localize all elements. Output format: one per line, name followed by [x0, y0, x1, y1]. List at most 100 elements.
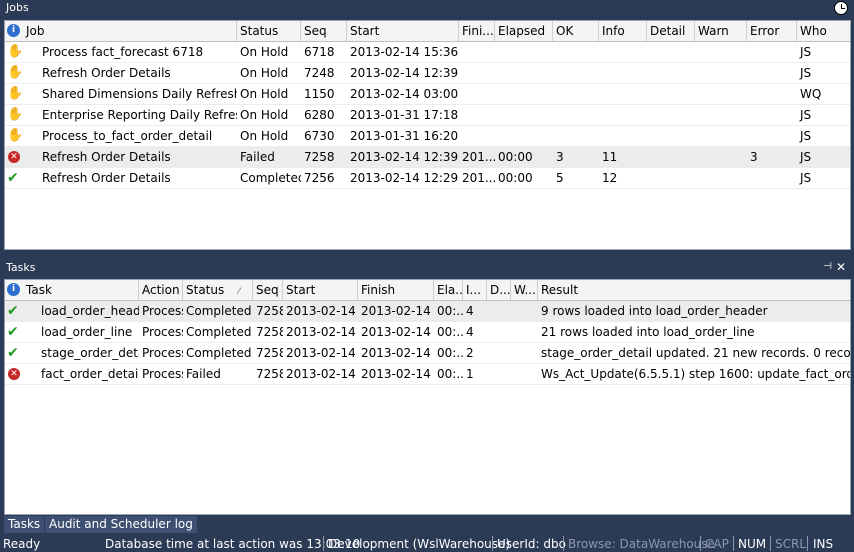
column-header-detail[interactable]: Detail — [647, 21, 695, 41]
clock-icon[interactable] — [834, 1, 848, 15]
cell-d — [487, 322, 511, 342]
column-header-status-label: Status — [186, 283, 225, 297]
table-row[interactable]: ✔ Refresh Order Details Completed 7256 2013-… — [5, 168, 850, 189]
column-header-info[interactable]: I... — [463, 280, 487, 300]
cell-status: Failed — [240, 150, 275, 164]
cell-job: Refresh Order Details — [42, 66, 171, 80]
jobs-header-row: i Job Status Seq Start Fini... Elapsed O… — [5, 21, 850, 42]
column-header-warn[interactable]: Warn — [695, 21, 747, 41]
column-header-status[interactable]: Status — [237, 21, 301, 41]
cell-who: JS — [800, 171, 812, 185]
table-row[interactable]: ✋ Process_to_fact_order_detail On Hold 6730… — [5, 126, 850, 147]
column-header-finish[interactable]: Finish — [358, 280, 434, 300]
column-header-elapsed[interactable]: Elapsed — [495, 21, 553, 41]
cell-detail — [647, 84, 695, 104]
pin-icon[interactable]: ⊣ — [823, 261, 832, 272]
table-row[interactable]: ✋ Refresh Order Details On Hold 7248 2013-02… — [5, 63, 850, 84]
close-icon[interactable]: ✕ — [836, 260, 846, 274]
status-browse: Browse: DataWarehouse — [568, 537, 715, 551]
info-icon: i — [7, 283, 20, 296]
status-db-time: Database time at last action was 13:03:1… — [105, 537, 361, 551]
tasks-panel-header: Tasks ⊣ ✕ — [0, 260, 854, 278]
column-header-task[interactable]: Task — [23, 280, 139, 300]
cell-result: stage_order_detail updated. 21 new recor… — [541, 346, 850, 360]
column-header-job[interactable]: Job — [23, 21, 237, 41]
cell-finish: 201... — [462, 171, 495, 185]
cell-ok: 3 — [556, 150, 564, 164]
column-header-elapsed[interactable]: Ela... — [434, 280, 463, 300]
cell-info: 11 — [602, 150, 618, 164]
table-row[interactable]: ✔ load_order_line Process Completed 7258 2013… — [5, 322, 850, 343]
column-header-result[interactable]: Result — [538, 280, 850, 300]
table-row[interactable]: ✕ fact_order_detail Process Failed 7258 2013-… — [5, 364, 850, 385]
cell-finish — [459, 42, 495, 62]
column-header-who[interactable]: Who — [797, 21, 850, 41]
column-header-action[interactable]: Action — [139, 280, 183, 300]
cell-elapsed — [495, 63, 553, 83]
status-separator — [563, 536, 564, 551]
table-row[interactable]: ✋ Process fact_forecast 6718 On Hold 6718 20… — [5, 42, 850, 63]
cell-job: Refresh Order Details — [42, 150, 171, 164]
cell-task: fact_order_detail — [41, 367, 139, 381]
cell-seq: 7258 — [256, 346, 283, 360]
cell-elapsed: 00:00 — [498, 171, 533, 185]
tasks-grid[interactable]: i Task Action Status ⁄ Seq Start Finish E… — [4, 279, 851, 515]
cell-result: 9 rows loaded into load_order_header — [541, 304, 768, 318]
cell-start: 2013-02-14 ... — [286, 325, 358, 339]
column-header-detail[interactable]: D... — [487, 280, 511, 300]
cell-finish: 201... — [462, 150, 495, 164]
table-row[interactable]: ✔stage_order_detailProcessCompleted72582… — [5, 343, 850, 364]
cell-w — [511, 322, 538, 342]
cell-action: Process — [142, 325, 183, 339]
hand-icon: ✋ — [7, 107, 24, 122]
column-header-error[interactable]: Error — [747, 21, 797, 41]
status-bar: Ready Database time at last action was 1… — [0, 535, 854, 552]
column-header-start[interactable]: Start — [283, 280, 358, 300]
column-header-warn[interactable]: W... — [511, 280, 538, 300]
cell-elapsed: 00:... — [437, 346, 463, 360]
status-num: NUM — [738, 537, 767, 551]
table-row[interactable]: ✕ Refresh Order Details Failed 7258 2013-02-… — [5, 147, 850, 168]
cell-start: 2013-02-14 12:39:36 — [350, 66, 459, 80]
cell-ok — [553, 126, 599, 146]
cell-finish — [459, 105, 495, 125]
cell-finish: 2013-02-14 ... — [361, 367, 434, 381]
cell-w — [511, 301, 538, 321]
column-header-seq[interactable]: Seq — [253, 280, 283, 300]
hand-icon: ✋ — [7, 86, 24, 101]
cell-start: 2013-02-14 15:36:00 — [350, 45, 459, 59]
status-cap: CAP — [705, 537, 729, 551]
cell-detail — [647, 105, 695, 125]
cell-status: Completed — [240, 171, 301, 185]
tasks-header-row: i Task Action Status ⁄ Seq Start Finish E… — [5, 280, 850, 301]
jobs-panel-title: Jobs — [6, 1, 29, 14]
cell-error — [747, 84, 797, 104]
column-header-finish[interactable]: Fini... — [459, 21, 495, 41]
cell-error — [747, 105, 797, 125]
tab-tasks[interactable]: Tasks — [4, 516, 45, 533]
status-ready: Ready — [3, 537, 41, 551]
column-header-info[interactable]: Info — [599, 21, 647, 41]
cell-start: 2013-02-14 ... — [286, 304, 358, 318]
column-header-seq[interactable]: Seq — [301, 21, 347, 41]
status-connection: Development (WslWarehouse) — [328, 537, 511, 551]
cell-info — [599, 63, 647, 83]
cell-seq: 6280 — [304, 108, 335, 122]
cell-elapsed — [495, 84, 553, 104]
cell-info — [599, 84, 647, 104]
table-row[interactable]: ✋ Shared Dimensions Daily Refresh On Hold 1… — [5, 84, 850, 105]
cell-info: 12 — [602, 171, 618, 185]
cell-status: Completed — [186, 304, 252, 318]
cell-info — [599, 105, 647, 125]
tab-audit-scheduler-log[interactable]: Audit and Scheduler log — [45, 516, 197, 533]
table-row[interactable]: ✋ Enterprise Reporting Daily Refresh On Ho… — [5, 105, 850, 126]
cell-start: 2013-02-14 ... — [286, 346, 358, 360]
bottom-tab-strip: Tasks Audit and Scheduler log — [0, 515, 854, 534]
cell-info — [599, 42, 647, 62]
column-header-start[interactable]: Start — [347, 21, 459, 41]
column-header-ok[interactable]: OK — [553, 21, 599, 41]
column-header-status[interactable]: Status ⁄ — [183, 280, 253, 300]
cell-seq: 7258 — [256, 325, 283, 339]
table-row[interactable]: ✔load_order_head...ProcessCompleted72582… — [5, 301, 850, 322]
jobs-grid[interactable]: i Job Status Seq Start Fini... Elapsed O… — [4, 20, 851, 250]
